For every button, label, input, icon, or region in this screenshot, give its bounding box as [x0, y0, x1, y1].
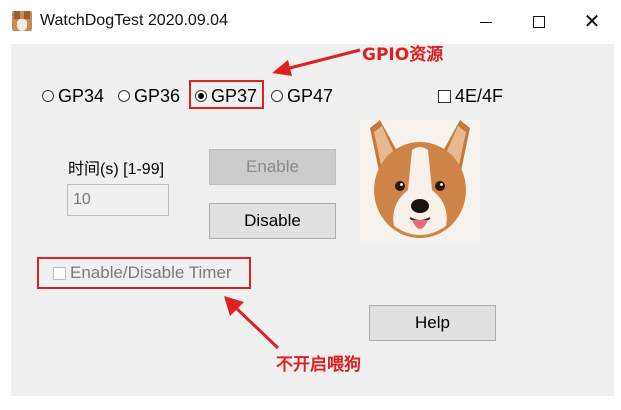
window-title: WatchDogTest 2020.09.04	[40, 12, 228, 29]
time-input[interactable]: 10	[67, 184, 169, 216]
arrow-icon-feed	[224, 296, 280, 350]
annotation-no-feed: 不开启喂狗	[276, 355, 361, 375]
radio-label: GP34	[58, 85, 105, 106]
highlight-box-gp37	[189, 80, 264, 109]
close-button[interactable]: ✕	[569, 0, 615, 44]
disable-button[interactable]: Disable	[209, 203, 336, 239]
radio-gp47[interactable]: GP47	[271, 85, 333, 107]
radio-gp36[interactable]: GP36	[118, 85, 180, 107]
maximize-button[interactable]	[516, 0, 562, 44]
checkbox-4e4f[interactable]: 4E/4F	[438, 85, 503, 107]
arrow-icon-gpio	[272, 48, 361, 76]
annotation-gpio: GPIO资源	[362, 45, 444, 65]
radio-label: GP47	[287, 85, 334, 106]
checkbox-label: 4E/4F	[455, 85, 504, 106]
maximize-icon	[533, 16, 545, 28]
radio-gp34[interactable]: GP34	[42, 85, 104, 107]
radio-icon	[42, 90, 54, 102]
corgi-image	[360, 120, 480, 241]
radio-icon	[271, 90, 283, 102]
dog-photo	[360, 120, 480, 241]
minimize-button[interactable]	[463, 0, 509, 44]
help-button[interactable]: Help	[369, 305, 496, 341]
highlight-box-timer	[37, 257, 251, 289]
checkbox-icon	[438, 89, 451, 103]
close-icon: ✕	[583, 11, 601, 33]
radio-label: GP36	[134, 85, 181, 106]
time-label: 时间(s) [1-99]	[68, 159, 165, 178]
enable-button[interactable]: Enable	[209, 149, 336, 185]
app-icon	[12, 11, 32, 31]
title-bar: WatchDogTest 2020.09.04 ✕	[0, 0, 621, 44]
minimize-icon	[480, 21, 492, 23]
radio-icon	[118, 90, 130, 102]
